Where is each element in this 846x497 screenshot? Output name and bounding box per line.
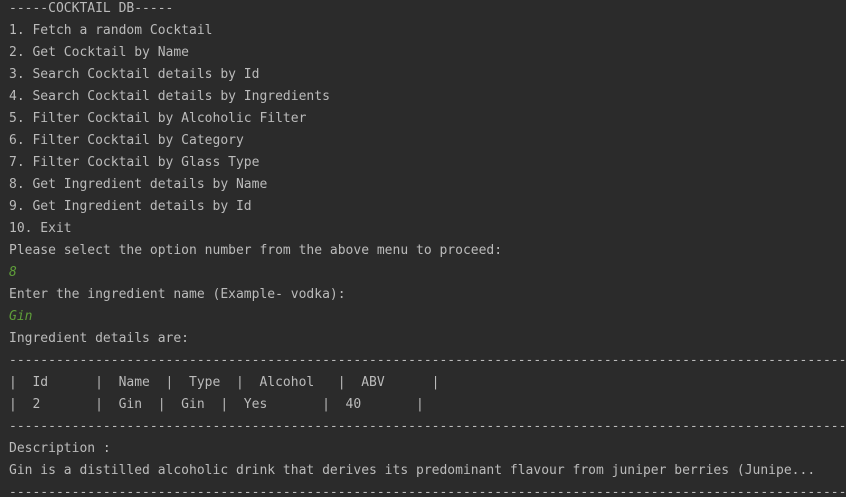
table-row: | 2 | Gin | Gin | Yes | 40 | — [9, 397, 424, 412]
menu-item-5: 5. Filter Cocktail by Alcoholic Filter — [9, 111, 307, 126]
table-separator-bottom: ----------------------------------------… — [9, 419, 846, 434]
description-label: Description : — [9, 441, 111, 456]
ingredient-prompt: Enter the ingredient name (Example- vodk… — [9, 287, 346, 302]
menu-item-1: 1. Fetch a random Cocktail — [9, 23, 213, 38]
menu-item-8: 8. Get Ingredient details by Name — [9, 177, 268, 192]
option-prompt: Please select the option number from the… — [9, 243, 503, 258]
menu-item-6: 6. Filter Cocktail by Category — [9, 133, 244, 148]
menu-header: -----COCKTAIL DB----- — [9, 1, 174, 16]
menu-item-4: 4. Search Cocktail details by Ingredient… — [9, 89, 330, 104]
details-heading: Ingredient details are: — [9, 331, 190, 346]
description-text: Gin is a distilled alcoholic drink that … — [9, 463, 816, 478]
menu-item-10: 10. Exit — [9, 221, 72, 236]
menu-item-3: 3. Search Cocktail details by Id — [9, 67, 260, 82]
option-input[interactable]: 8 — [9, 262, 846, 284]
table-separator-top: ----------------------------------------… — [9, 353, 846, 368]
ingredient-input[interactable]: Gin — [9, 306, 846, 328]
table-header-row: | Id | Name | Type | Alcohol | ABV | — [9, 375, 440, 390]
menu-item-7: 7. Filter Cocktail by Glass Type — [9, 155, 260, 170]
menu-item-2: 2. Get Cocktail by Name — [9, 45, 190, 60]
console-output[interactable]: -----COCKTAIL DB----- 1. Fetch a random … — [0, 0, 846, 497]
description-separator: ----------------------------------------… — [9, 485, 846, 497]
menu-item-9: 9. Get Ingredient details by Id — [9, 199, 252, 214]
